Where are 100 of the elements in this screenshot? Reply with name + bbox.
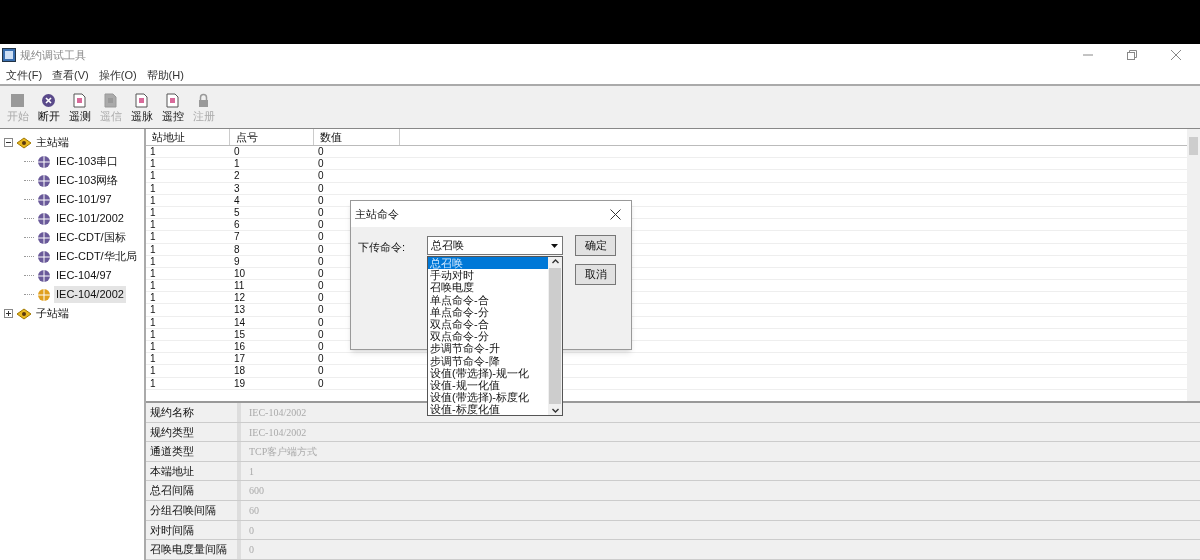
dropdown-option[interactable]: 设值(带选择)-规一化 <box>428 366 548 379</box>
table-cell: 6 <box>234 219 240 231</box>
dropdown-option[interactable]: 双点命令-合 <box>428 317 548 331</box>
document-icon <box>165 92 180 108</box>
dialog-button[interactable]: 取消 <box>575 264 616 285</box>
table-cell: 9 <box>234 255 240 267</box>
dialog-title: 主站命令 <box>355 206 399 222</box>
scrollbar[interactable] <box>1187 129 1200 401</box>
table-cell: 1 <box>150 219 156 231</box>
dropdown-option[interactable]: 单点命令-合 <box>428 293 548 306</box>
dropdown-option[interactable]: 手动对时 <box>428 269 548 282</box>
tree-item[interactable]: IEC-CDT/国标 <box>54 229 128 246</box>
tree-item[interactable]: IEC-104/97 <box>54 267 114 284</box>
table-cell: 5 <box>234 206 240 218</box>
table-cell: 0 <box>318 182 324 194</box>
square-icon <box>10 92 25 108</box>
table-cell: 1 <box>150 170 156 182</box>
command-dropdown[interactable]: 总召唤 <box>427 236 563 255</box>
table-cell: 0 <box>318 206 324 218</box>
document-icon <box>103 92 118 108</box>
dropdown-option[interactable]: 设值(带选择)-标度化 <box>428 391 548 404</box>
tree-item[interactable]: 主站端 <box>35 134 70 151</box>
globe-icon <box>37 230 51 245</box>
table-cell: 19 <box>234 377 246 389</box>
globe-icon <box>37 268 51 283</box>
tree-item[interactable]: IEC-103串口 <box>54 153 121 170</box>
document-icon <box>72 92 87 108</box>
table-cell: 1 <box>150 280 156 292</box>
toolbar-button[interactable]: 遥测 <box>64 87 95 127</box>
table-cell: 1 <box>150 243 156 255</box>
property-value: 1 <box>249 465 254 477</box>
scroll-thumb[interactable] <box>1189 137 1198 155</box>
close-icon[interactable] <box>610 208 621 220</box>
dropdown-option[interactable]: 双点命令-分 <box>428 330 548 343</box>
table-cell: 12 <box>234 292 246 304</box>
diamond-icon <box>16 306 32 321</box>
table-cell: 0 <box>318 146 324 157</box>
scroll-thumb[interactable] <box>549 268 561 404</box>
tree-item[interactable]: IEC-103网络 <box>54 172 121 189</box>
column-header[interactable]: 点号 <box>230 129 314 145</box>
scroll-up-icon[interactable] <box>550 257 560 266</box>
dialog-button[interactable]: 确定 <box>575 235 616 256</box>
table-cell: 15 <box>234 328 246 340</box>
dropdown-option[interactable]: 设值-标度化值 <box>428 403 548 415</box>
tree-item[interactable]: IEC-104/2002 <box>54 286 126 303</box>
toolbar-button[interactable]: 遥控 <box>157 87 188 127</box>
property-label: 通道类型 <box>146 442 241 461</box>
table-cell: 0 <box>318 194 324 206</box>
expander-toggle[interactable] <box>4 138 13 147</box>
property-label: 规约名称 <box>146 403 241 422</box>
property-label: 对时间隔 <box>146 520 241 540</box>
dropdown-option[interactable]: 步调节命令-降 <box>428 354 548 367</box>
toolbar-button[interactable]: 断开 <box>33 87 64 127</box>
table-cell: 1 <box>150 194 156 206</box>
tree-item[interactable]: IEC-101/97 <box>54 191 114 208</box>
dropdown-option[interactable]: 设值-规一化值 <box>428 378 548 392</box>
table-cell: 0 <box>318 255 324 267</box>
menu-item[interactable]: 查看(V) <box>48 66 93 84</box>
property-label: 本端地址 <box>146 461 241 481</box>
property-label: 规约类型 <box>146 422 241 442</box>
table-cell: 1 <box>150 316 156 328</box>
menu-item[interactable]: 操作(O) <box>94 66 141 84</box>
column-header[interactable]: 站地址 <box>146 129 230 145</box>
property-label: 召唤电度量间隔 <box>146 540 241 559</box>
table-cell: 0 <box>318 377 324 389</box>
table-cell: 8 <box>234 243 240 255</box>
toolbar-button[interactable]: 遥脉 <box>126 87 157 127</box>
tree-item[interactable]: 子站端 <box>35 305 70 322</box>
property-label: 总召间隔 <box>146 481 241 500</box>
restore-icon[interactable] <box>1126 49 1138 61</box>
table-cell: 0 <box>318 365 324 377</box>
field-label: 下传命令: <box>358 240 406 255</box>
menu-item[interactable]: 文件(F) <box>2 66 47 84</box>
list-scrollbar[interactable] <box>548 257 562 415</box>
globe-icon <box>37 287 51 302</box>
table-cell: 17 <box>234 353 246 365</box>
menu-item[interactable]: 帮助(H) <box>142 66 188 84</box>
table-cell: 1 <box>150 365 156 377</box>
table-cell: 0 <box>318 292 324 304</box>
table-cell: 16 <box>234 341 246 352</box>
table-cell: 1 <box>150 255 156 267</box>
tree-item[interactable]: IEC-CDT/华北局 <box>54 248 139 265</box>
table-cell: 1 <box>150 328 156 340</box>
tree-item[interactable]: IEC-101/2002 <box>54 210 126 227</box>
globe-icon <box>37 192 51 207</box>
table-cell: 1 <box>150 182 156 194</box>
app-icon <box>2 48 16 62</box>
dropdown-option[interactable]: 总召唤 <box>428 257 548 270</box>
globe-icon <box>37 211 51 226</box>
table-cell: 1 <box>150 206 156 218</box>
dropdown-option[interactable]: 步调节命令-升 <box>428 342 548 355</box>
document-icon <box>134 92 149 108</box>
dropdown-option[interactable]: 召唤电度 <box>428 281 548 294</box>
dropdown-option[interactable]: 单点命令-分 <box>428 305 548 318</box>
globe-icon <box>37 154 51 169</box>
column-header[interactable]: 数值 <box>314 129 400 145</box>
scroll-down-icon[interactable] <box>550 406 560 415</box>
table-cell: 3 <box>234 182 240 194</box>
expander-toggle[interactable] <box>4 309 13 318</box>
table-cell: 0 <box>318 170 324 182</box>
